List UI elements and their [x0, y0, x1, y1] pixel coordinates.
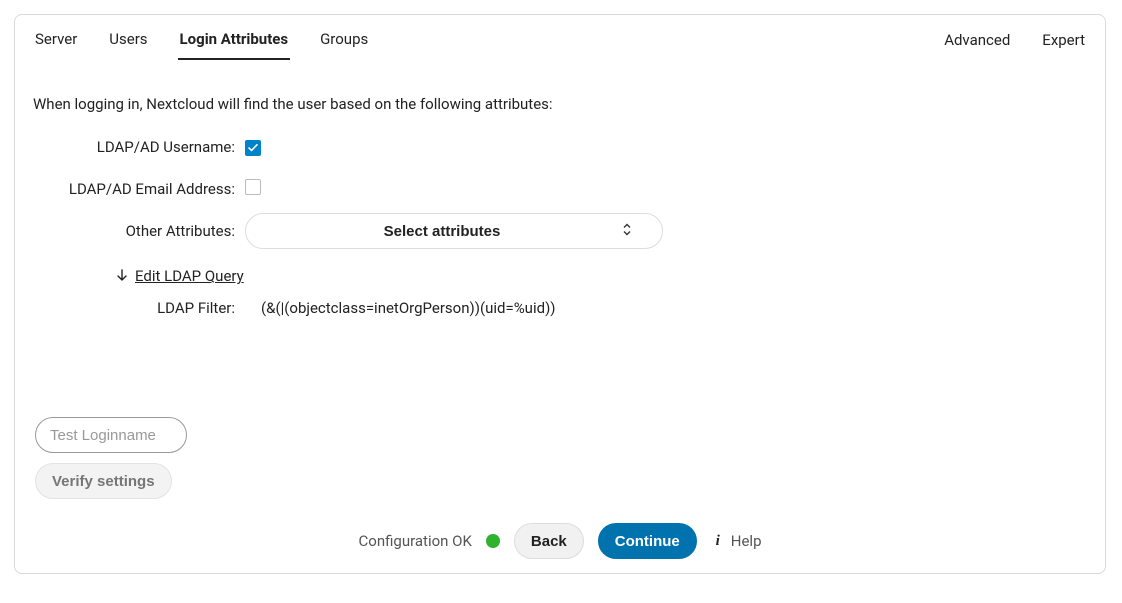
content: When logging in, Nextcloud will find the… [15, 63, 1105, 317]
edit-ldap-query-link[interactable]: Edit LDAP Query [115, 267, 244, 285]
tab-users[interactable]: Users [107, 18, 149, 60]
status-text: Configuration OK [359, 532, 472, 550]
continue-button[interactable]: Continue [598, 523, 697, 559]
pencil-down-icon [115, 269, 129, 283]
tab-expert[interactable]: Expert [1040, 19, 1087, 59]
tab-server[interactable]: Server [33, 18, 79, 60]
checkbox-username[interactable] [245, 140, 261, 156]
row-other-attributes: Other Attributes: Select attributes [33, 213, 1087, 249]
tabs-bar: Server Users Login Attributes Groups Adv… [15, 15, 1105, 63]
status-dot-icon [486, 534, 500, 548]
test-loginname-input[interactable] [35, 417, 187, 453]
tab-groups[interactable]: Groups [318, 18, 370, 60]
tab-login-attributes[interactable]: Login Attributes [178, 18, 291, 60]
field-other-attributes: Select attributes [245, 213, 1087, 249]
label-other-attributes: Other Attributes: [33, 222, 245, 240]
tabs-right: Advanced Expert [942, 19, 1087, 59]
label-email: LDAP/AD Email Address: [33, 180, 245, 198]
row-email: LDAP/AD Email Address: [33, 171, 1087, 207]
other-attributes-select[interactable]: Select attributes [245, 213, 663, 249]
info-icon: i [711, 534, 725, 548]
verify-settings-button[interactable]: Verify settings [35, 463, 172, 499]
check-icon [248, 144, 258, 152]
footer: Configuration OK Back Continue i Help [15, 523, 1105, 559]
row-username: LDAP/AD Username: [33, 129, 1087, 165]
field-email [245, 179, 1087, 199]
settings-card: Server Users Login Attributes Groups Adv… [14, 14, 1106, 574]
field-username [245, 138, 1087, 156]
value-ldap-filter: (&(|(objectclass=inetOrgPerson))(uid=%ui… [245, 299, 556, 317]
help-link[interactable]: i Help [711, 532, 762, 550]
row-ldap-filter: LDAP Filter: (&(|(objectclass=inetOrgPer… [33, 299, 1087, 317]
back-button[interactable]: Back [514, 523, 584, 559]
form-rows: LDAP/AD Username: LDAP/AD Email Address: [33, 129, 1087, 317]
bottom-left: Verify settings [35, 417, 395, 499]
tabs-left: Server Users Login Attributes Groups [33, 18, 370, 60]
edit-ldap-query-label: Edit LDAP Query [135, 267, 244, 285]
label-username: LDAP/AD Username: [33, 138, 245, 156]
verify-wrap: Verify settings [35, 463, 395, 499]
label-ldap-filter: LDAP Filter: [33, 299, 245, 317]
intro-text: When logging in, Nextcloud will find the… [33, 95, 1087, 113]
help-label: Help [731, 532, 762, 550]
select-wrap: Select attributes [245, 213, 663, 249]
checkbox-email[interactable] [245, 179, 261, 195]
tab-advanced[interactable]: Advanced [942, 19, 1012, 59]
